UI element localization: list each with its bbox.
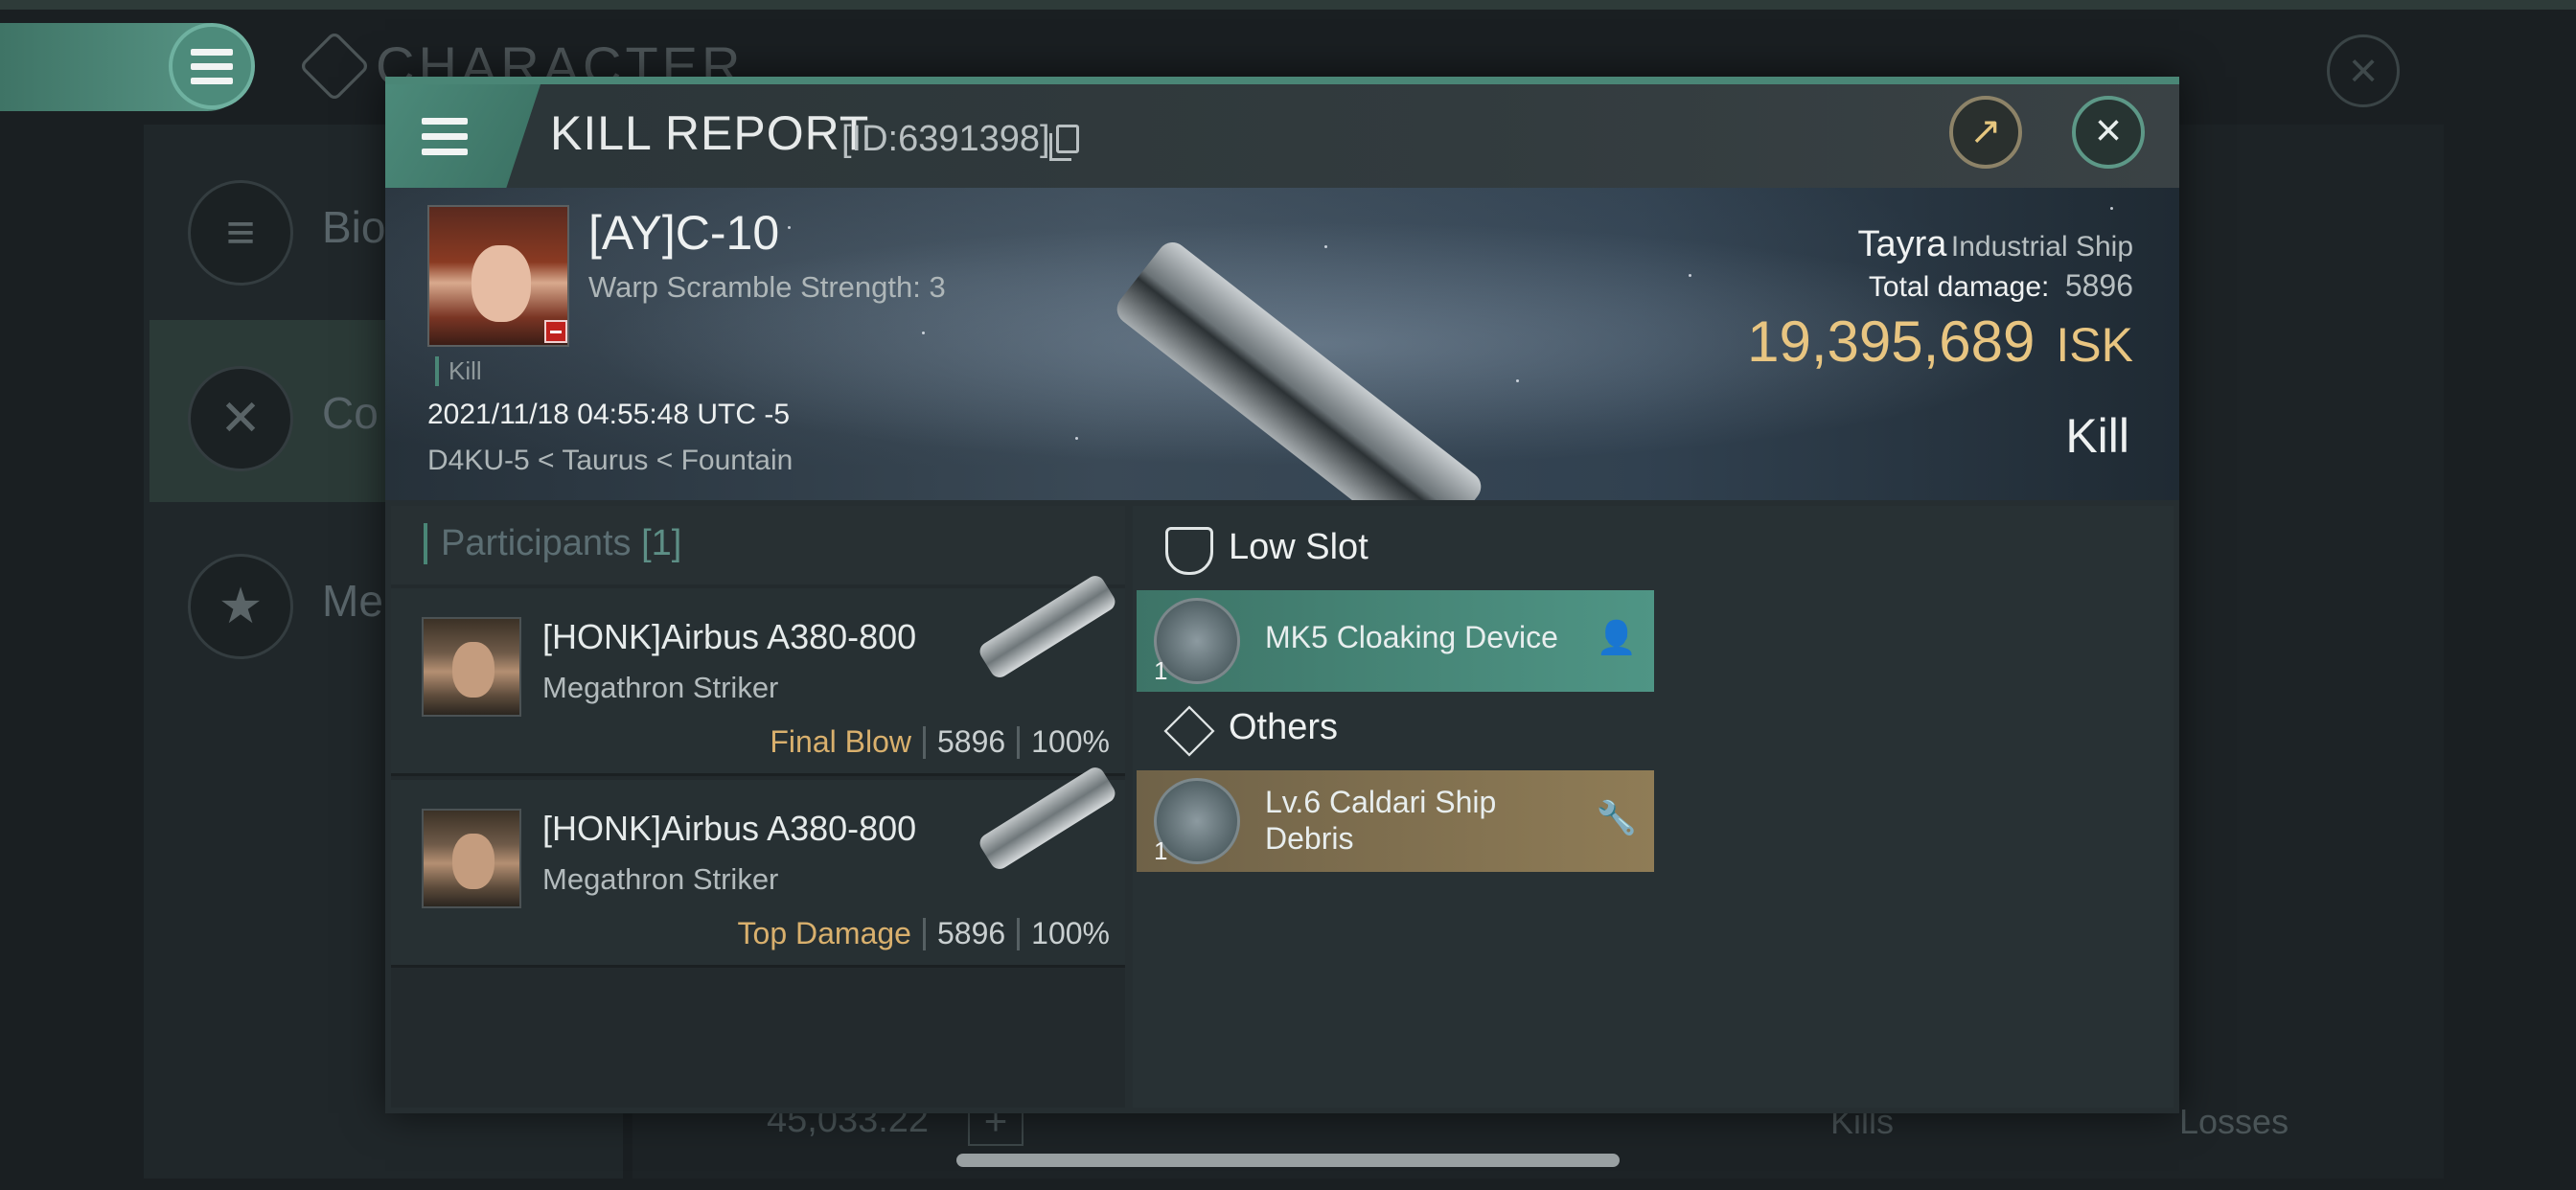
participant-stats: Top Damage 5896 100% — [738, 916, 1110, 951]
participant-stats: Final Blow 5896 100% — [770, 724, 1110, 760]
participant-ship-image — [976, 764, 1119, 873]
copy-icon[interactable] — [1049, 125, 1079, 161]
participant-portrait[interactable] — [422, 809, 521, 908]
participant-row[interactable]: [HONK]Airbus A380-800 Megathron Striker … — [391, 572, 1125, 776]
kill-timestamp: 2021/11/18 04:55:48 UTC -5 — [427, 399, 791, 430]
share-icon: ↗ — [1969, 110, 2002, 152]
participant-damage: 5896 — [936, 916, 1006, 950]
victim-name[interactable]: [AY]C-10 — [588, 205, 779, 261]
kill-location[interactable]: D4KU-5 < Taurus < Fountain — [427, 445, 793, 477]
total-damage-value: 5896 — [2064, 268, 2133, 303]
total-damage-label: Total damage: — [1868, 271, 2050, 303]
participant-role: Final Blow — [770, 724, 911, 759]
participants-count: [1] — [641, 523, 682, 563]
participant-ship: Megathron Striker — [542, 671, 779, 704]
participant-name: [HONK]Airbus A380-800 — [542, 617, 917, 656]
victim-subtitle: Warp Scramble Strength: 3 — [588, 270, 946, 304]
participant-ship-image — [976, 572, 1119, 681]
background-menu-button[interactable] — [169, 23, 255, 109]
close-button[interactable]: × — [2072, 96, 2145, 169]
result-label: Kill — [2065, 409, 2129, 463]
dialog-title: KILL REPORT — [550, 106, 870, 160]
menu-icon — [191, 48, 233, 84]
kill-report-dialog: KILL REPORT [ID:6391398] ↗ × [AY]C-10 Wa… — [385, 77, 2179, 1113]
total-damage-line: Total damage: 5896 — [1869, 268, 2133, 304]
participant-row[interactable]: [HONK]Airbus A380-800 Megathron Striker … — [391, 764, 1125, 968]
participants-panel: Participants [1] [HONK]Airbus A380-800 M… — [391, 506, 1125, 1108]
fitting-panel: Low Slot 1 MK5 Cloaking Device 👤 Others … — [1133, 506, 2174, 1108]
character-icon — [298, 30, 371, 103]
wrench-icon: 🔧 — [1596, 800, 1637, 836]
participant-name: [HONK]Airbus A380-800 — [542, 809, 917, 848]
hostile-badge-icon — [544, 320, 567, 343]
victim-hero: [AY]C-10 Warp Scramble Strength: 3 Kill … — [385, 188, 2179, 500]
nav-label: Bio — [322, 202, 386, 252]
dialog-accent-line — [385, 77, 2179, 84]
others-title: Others — [1229, 707, 1339, 747]
participant-percent: 100% — [1031, 916, 1110, 950]
isk-value: 19,395,689 — [1747, 309, 2036, 374]
ship-name[interactable]: Tayra — [1858, 224, 1947, 264]
low-slot-icon — [1165, 527, 1213, 575]
others-item[interactable]: 1 Lv.6 Caldari Ship Debris 🔧 — [1137, 770, 1654, 872]
nav-label: Co — [322, 388, 379, 438]
isk-value-line: 19,395,689 ISK — [1747, 309, 2133, 375]
participant-damage: 5896 — [936, 724, 1006, 759]
star-icon: ★ — [188, 554, 293, 659]
participant-role: Top Damage — [737, 916, 911, 950]
low-slot-item[interactable]: 1 MK5 Cloaking Device 👤 — [1137, 590, 1654, 692]
others-icon — [1163, 705, 1215, 757]
participant-portrait[interactable] — [422, 617, 521, 717]
menu-icon — [422, 117, 468, 155]
crossed-swords-icon: ✕ — [188, 366, 293, 471]
background-top-bar — [0, 0, 2576, 10]
victim-portrait[interactable] — [427, 205, 569, 347]
list-icon: ≡ — [188, 180, 293, 286]
report-id: [ID:6391398] — [841, 119, 1050, 159]
background-losses-tab[interactable]: Losses — [2179, 1102, 2288, 1142]
victim-ship-image — [1111, 236, 1487, 500]
background-close-button[interactable]: × — [2327, 34, 2400, 107]
item-quantity: 1 — [1154, 656, 1168, 685]
participants-label: Participants — [441, 523, 632, 563]
participant-ship: Megathron Striker — [542, 862, 779, 896]
isk-unit: ISK — [2056, 318, 2133, 372]
share-button[interactable]: ↗ — [1949, 96, 2022, 169]
person-icon: 👤 — [1596, 620, 1637, 656]
participant-percent: 100% — [1031, 724, 1110, 759]
victim-ship-line: Tayra Industrial Ship — [1765, 224, 2133, 265]
low-slot-title: Low Slot — [1229, 527, 1368, 567]
kill-tag: Kill — [435, 356, 482, 386]
item-name: Lv.6 Caldari Ship Debris — [1265, 785, 1497, 856]
item-quantity: 1 — [1154, 836, 1168, 865]
ship-class: Industrial Ship — [1950, 231, 2133, 263]
close-icon: × — [2094, 105, 2123, 156]
participants-title: Participants [1] — [424, 523, 681, 564]
nav-label: Me — [322, 576, 383, 626]
participants-header: Participants [1] — [391, 506, 1125, 584]
item-name: MK5 Cloaking Device — [1265, 620, 1558, 654]
home-indicator[interactable] — [956, 1154, 1620, 1167]
